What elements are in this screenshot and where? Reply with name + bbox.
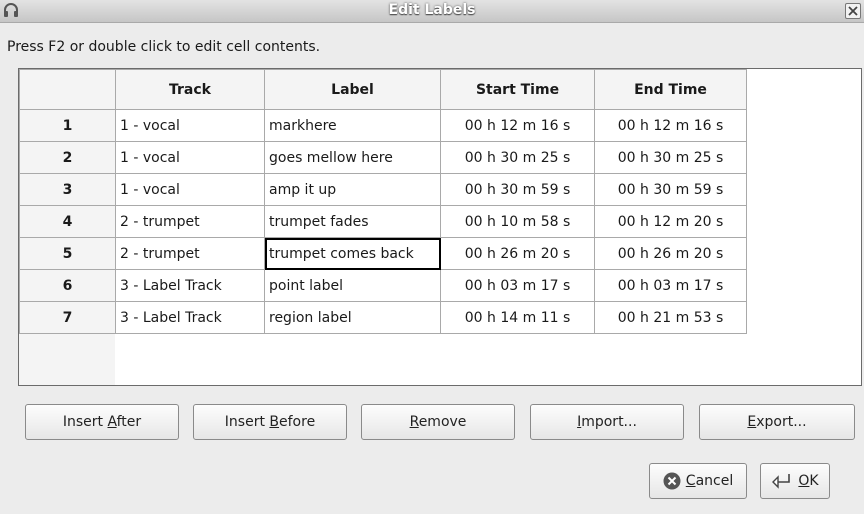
column-header-label[interactable]: Label (264, 69, 441, 110)
table-row: 5 2 - trumpet trumpet comes back 00 h 26… (19, 237, 747, 270)
track-cell[interactable]: 2 - trumpet (115, 205, 265, 238)
start-time-cell[interactable]: 00 h 30 m 59 s (440, 173, 595, 206)
table-row: 7 3 - Label Track region label 00 h 14 m… (19, 301, 747, 334)
column-header-end-time[interactable]: End Time (594, 69, 747, 110)
title-bar[interactable]: Edit Labels (0, 0, 864, 23)
row-number[interactable]: 4 (19, 205, 116, 238)
insert-after-label: Insert After (62, 414, 142, 430)
export-label: Export... (747, 414, 807, 430)
insert-before-label: Insert Before (224, 414, 316, 430)
table-row: 6 3 - Label Track point label 00 h 03 m … (19, 269, 747, 302)
end-time-cell[interactable]: 00 h 21 m 53 s (594, 301, 747, 334)
export-button[interactable]: Export... (699, 404, 855, 440)
import-button[interactable]: Import... (530, 404, 684, 440)
remove-button[interactable]: Remove (361, 404, 515, 440)
cancel-button[interactable]: Cancel (649, 463, 747, 499)
ok-button[interactable]: OK (760, 463, 830, 499)
ok-label: OK (798, 473, 819, 489)
close-button[interactable] (845, 3, 861, 19)
label-cell[interactable]: region label (264, 301, 441, 334)
instruction-text: Press F2 or double click to edit cell co… (7, 39, 321, 55)
column-header-start-time[interactable]: Start Time (440, 69, 595, 110)
row-number[interactable]: 5 (19, 237, 116, 270)
column-header-track[interactable]: Track (115, 69, 265, 110)
row-number[interactable]: 6 (19, 269, 116, 302)
table-row: 2 1 - vocal goes mellow here 00 h 30 m 2… (19, 141, 747, 174)
close-icon (848, 6, 858, 16)
cancel-circle-icon (663, 472, 681, 490)
label-cell[interactable]: goes mellow here (264, 141, 441, 174)
row-number[interactable]: 2 (19, 141, 116, 174)
cancel-label: Cancel (685, 473, 734, 489)
import-label: Import... (577, 414, 637, 430)
label-cell-selected[interactable]: trumpet comes back (264, 237, 441, 270)
track-cell[interactable]: 1 - vocal (115, 141, 265, 174)
label-cell[interactable]: trumpet fades (264, 205, 441, 238)
label-cell[interactable]: markhere (264, 109, 441, 142)
row-number[interactable]: 3 (19, 173, 116, 206)
track-cell[interactable]: 2 - trumpet (115, 237, 265, 270)
remove-label: Remove (409, 414, 467, 430)
window-title: Edit Labels (388, 2, 476, 18)
start-time-cell[interactable]: 00 h 10 m 58 s (440, 205, 595, 238)
table-row: 3 1 - vocal amp it up 00 h 30 m 59 s 00 … (19, 173, 747, 206)
end-time-cell[interactable]: 00 h 03 m 17 s (594, 269, 747, 302)
start-time-cell[interactable]: 00 h 03 m 17 s (440, 269, 595, 302)
insert-before-button[interactable]: Insert Before (193, 404, 347, 440)
header-row: Track Label Start Time End Time (19, 69, 747, 110)
end-time-cell[interactable]: 00 h 26 m 20 s (594, 237, 747, 270)
labels-table: Track Label Start Time End Time 1 1 - vo… (19, 69, 747, 334)
start-time-cell[interactable]: 00 h 26 m 20 s (440, 237, 595, 270)
end-time-cell[interactable]: 00 h 12 m 20 s (594, 205, 747, 238)
insert-after-button[interactable]: Insert After (25, 404, 179, 440)
start-time-cell[interactable]: 00 h 14 m 11 s (440, 301, 595, 334)
label-cell[interactable]: point label (264, 269, 441, 302)
end-time-cell[interactable]: 00 h 30 m 25 s (594, 141, 747, 174)
enter-arrow-icon (772, 474, 791, 489)
corner-header (19, 69, 116, 110)
end-time-cell[interactable]: 00 h 12 m 16 s (594, 109, 747, 142)
track-cell[interactable]: 1 - vocal (115, 109, 265, 142)
track-cell[interactable]: 1 - vocal (115, 173, 265, 206)
table-row: 4 2 - trumpet trumpet fades 00 h 10 m 58… (19, 205, 747, 238)
start-time-cell[interactable]: 00 h 12 m 16 s (440, 109, 595, 142)
table-row: 1 1 - vocal markhere 00 h 12 m 16 s 00 h… (19, 109, 747, 142)
track-cell[interactable]: 3 - Label Track (115, 301, 265, 334)
labels-grid[interactable]: Track Label Start Time End Time 1 1 - vo… (18, 68, 862, 386)
edit-labels-dialog: Edit Labels Press F2 or double click to … (0, 0, 864, 514)
end-time-cell[interactable]: 00 h 30 m 59 s (594, 173, 747, 206)
label-cell[interactable]: amp it up (264, 173, 441, 206)
track-cell[interactable]: 3 - Label Track (115, 269, 265, 302)
row-number[interactable]: 7 (19, 301, 116, 334)
start-time-cell[interactable]: 00 h 30 m 25 s (440, 141, 595, 174)
row-number[interactable]: 1 (19, 109, 116, 142)
